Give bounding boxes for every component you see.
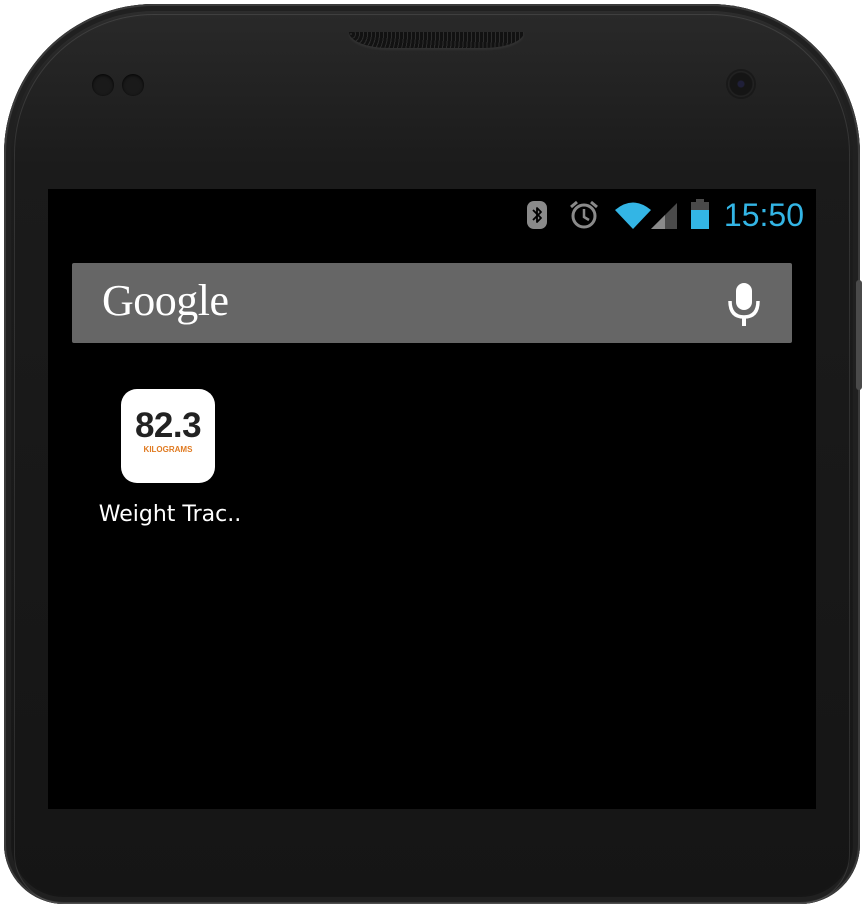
earpiece-speaker (349, 32, 524, 48)
weight-tracker-app-icon[interactable]: 82.3 KILOGRAMS (121, 389, 215, 483)
status-clock: 15:50 (723, 197, 804, 233)
home-screen: 15:50 Google 82.3 KILOGRAMS Weight Trac.… (48, 189, 816, 809)
app-icon-unit-label: KILOGRAMS (143, 445, 193, 454)
signal-icon (651, 203, 677, 229)
google-logo: Google (102, 276, 229, 325)
proximity-sensor (92, 74, 114, 96)
battery-icon (691, 199, 709, 229)
bluetooth-icon (527, 201, 547, 229)
app-icon-weight-value: 82.3 (134, 406, 202, 445)
front-camera-icon (728, 71, 754, 97)
mic-icon[interactable] (726, 281, 762, 327)
status-bar[interactable]: 15:50 (48, 189, 816, 239)
app-shortcut-weight-tracker[interactable]: 82.3 KILOGRAMS Weight Trac.. (86, 389, 254, 539)
wifi-icon (615, 202, 651, 229)
power-button (856, 280, 862, 390)
light-sensor (122, 74, 144, 96)
google-search-bar[interactable]: Google (72, 263, 792, 343)
app-label: Weight Trac.. (98, 502, 242, 527)
alarm-icon (570, 200, 598, 229)
